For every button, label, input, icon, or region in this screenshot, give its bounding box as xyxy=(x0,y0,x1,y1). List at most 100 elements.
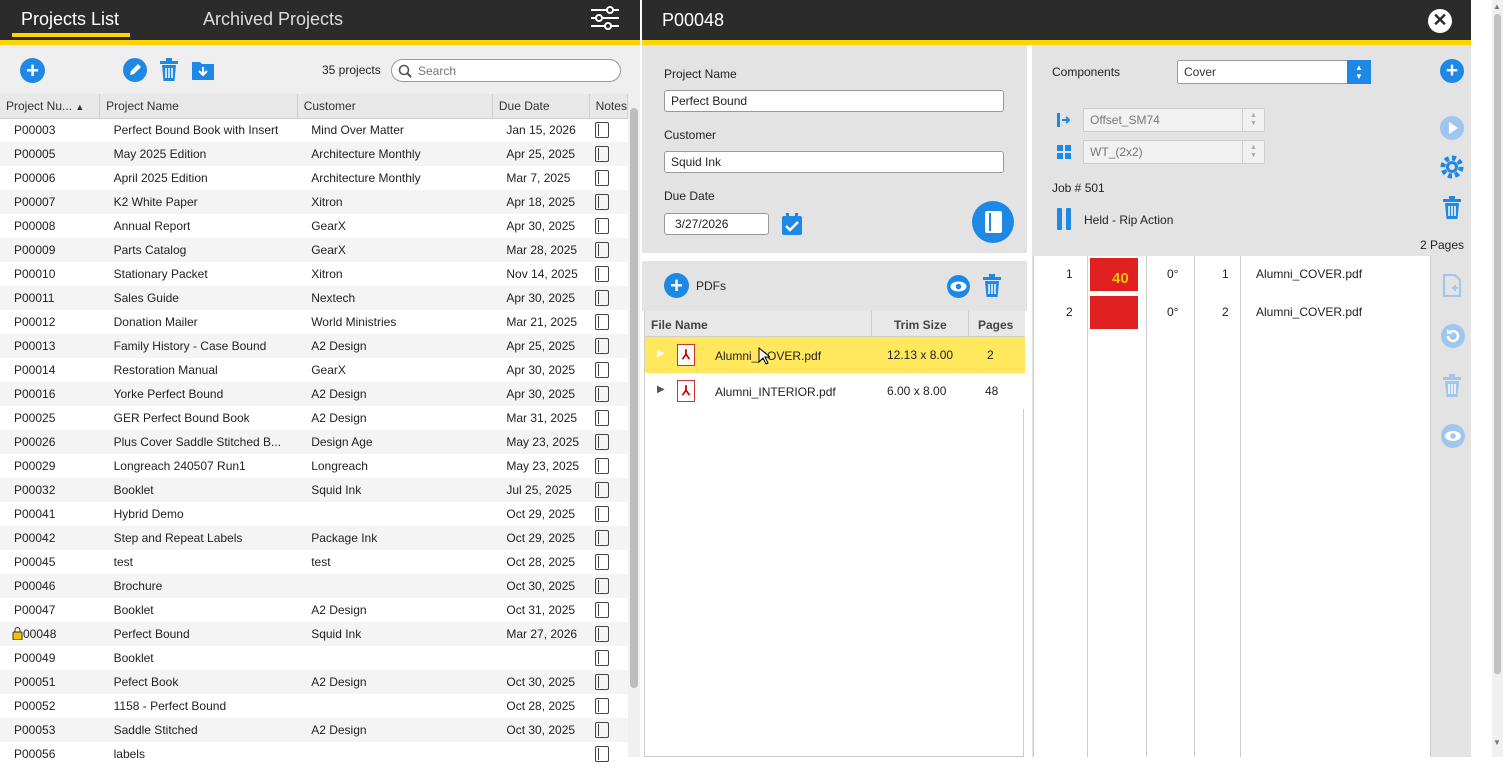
table-row[interactable]: P00005 May 2025 Edition Architecture Month… xyxy=(0,142,628,166)
scrollbar-thumb[interactable] xyxy=(630,108,638,688)
notes-cell[interactable] xyxy=(589,118,627,142)
notes-icon[interactable] xyxy=(595,674,610,690)
projects-scrollbar[interactable] xyxy=(628,94,640,757)
notes-icon[interactable] xyxy=(595,146,610,162)
delete-project-icon[interactable] xyxy=(159,58,179,82)
col-file-name[interactable]: File Name xyxy=(651,318,708,332)
notes-cell[interactable] xyxy=(589,358,627,382)
table-row[interactable]: P00025 GER Perfect Bound Book A2 Design Mar… xyxy=(0,406,628,430)
delete-pdf-icon[interactable] xyxy=(982,274,1002,298)
notes-icon[interactable] xyxy=(595,386,610,402)
notes-cell[interactable] xyxy=(589,406,627,430)
notes-icon[interactable] xyxy=(595,122,610,139)
notes-icon[interactable] xyxy=(595,338,610,354)
notes-book-button[interactable] xyxy=(972,201,1014,243)
notes-icon[interactable] xyxy=(595,194,610,210)
components-select[interactable]: Cover ▲ ▼ xyxy=(1177,60,1371,84)
table-row[interactable]: P00042 Step and Repeat Labels Package Ink O… xyxy=(0,526,628,550)
calendar-icon[interactable] xyxy=(781,212,803,236)
add-component-button[interactable]: + xyxy=(1440,59,1464,83)
process-settings-icon[interactable] xyxy=(1439,154,1465,180)
notes-cell[interactable] xyxy=(589,166,627,190)
run-play-button[interactable] xyxy=(1440,116,1464,140)
notes-icon[interactable] xyxy=(595,170,610,186)
notes-icon[interactable] xyxy=(595,650,610,666)
table-row[interactable]: P00010 Stationary Packet Xitron Nov 14, 202… xyxy=(0,262,628,286)
notes-cell[interactable] xyxy=(589,454,627,478)
table-row[interactable]: P00016 Yorke Perfect Bound A2 Design Apr 30… xyxy=(0,382,628,406)
notes-cell[interactable] xyxy=(589,190,628,214)
preview-page-button[interactable] xyxy=(1441,424,1465,448)
table-row[interactable]: P00046 Brochure Oct 30, 2025 xyxy=(0,574,628,598)
col-project-number[interactable]: Project Nu... ▲ xyxy=(0,94,101,119)
table-row[interactable]: P00053 Saddle Stitched A2 Design Oct 30, 20… xyxy=(0,718,628,742)
col-customer[interactable]: Customer xyxy=(297,94,493,119)
notes-cell[interactable] xyxy=(589,262,627,286)
rotate-page-button[interactable] xyxy=(1441,324,1465,348)
window-scrollbar-thumb[interactable] xyxy=(1494,14,1501,674)
tab-archived-projects[interactable]: Archived Projects xyxy=(203,9,343,30)
notes-icon[interactable] xyxy=(595,290,610,306)
notes-cell[interactable] xyxy=(589,550,627,574)
table-row[interactable]: P00006 April 2025 Edition Architecture Mon… xyxy=(0,166,628,190)
pdf-row[interactable]: ▶ ⅄ Alumni_INTERIOR.pdf 6.00 x 8.00 48 xyxy=(645,373,1025,409)
notes-cell[interactable] xyxy=(589,526,628,550)
search-field[interactable] xyxy=(391,59,621,82)
table-row[interactable]: P00013 Family History - Case Bound A2 Desi… xyxy=(0,334,628,358)
table-row[interactable]: P00011 Sales Guide Nextech Apr 30, 2025 xyxy=(0,286,628,310)
notes-icon[interactable] xyxy=(595,722,610,738)
table-row[interactable]: P00029 Longreach 240507 Run1 Longreach May … xyxy=(0,454,628,478)
notes-icon[interactable] xyxy=(595,218,610,234)
add-page-icon[interactable] xyxy=(1442,274,1462,298)
table-row[interactable]: P00056 labels xyxy=(0,742,628,766)
notes-icon[interactable] xyxy=(595,362,610,378)
notes-cell[interactable] xyxy=(589,142,628,166)
table-row[interactable]: P00052 1158 - Perfect Bound Oct 28, 2025 xyxy=(0,694,628,718)
archive-download-icon[interactable] xyxy=(191,59,215,81)
notes-cell[interactable] xyxy=(589,646,627,670)
table-row[interactable]: P00047 Booklet A2 Design Oct 31, 2025 xyxy=(0,598,628,622)
table-row[interactable]: P00032 Booklet Squid Ink Jul 25, 2025 xyxy=(0,478,628,502)
filter-settings-icon[interactable] xyxy=(590,6,620,30)
add-pdf-button[interactable]: + xyxy=(664,273,689,298)
table-row[interactable]: P00007 K2 White Paper Xitron Apr 18, 2025 xyxy=(0,190,628,214)
table-row[interactable]: P00014 Restoration Manual GearX Apr 30, 202… xyxy=(0,358,628,382)
notes-cell[interactable] xyxy=(589,382,628,406)
notes-icon[interactable] xyxy=(595,458,610,474)
notes-cell[interactable] xyxy=(589,214,627,238)
notes-cell[interactable] xyxy=(589,286,628,310)
edit-project-button[interactable] xyxy=(123,58,147,82)
notes-icon[interactable] xyxy=(595,482,610,498)
page-row[interactable]: 2 0° 2 Alumni_COVER.pdf xyxy=(1034,294,1430,332)
notes-icon[interactable] xyxy=(595,410,610,426)
table-row[interactable]: P00009 Parts Catalog GearX Mar 28, 2025 xyxy=(0,238,628,262)
notes-cell[interactable] xyxy=(589,238,628,262)
notes-icon[interactable] xyxy=(595,602,610,618)
scroll-up-icon[interactable]: ▲ xyxy=(1493,2,1501,11)
notes-icon[interactable] xyxy=(595,554,610,570)
notes-icon[interactable] xyxy=(595,698,610,714)
notes-icon[interactable] xyxy=(595,530,610,546)
project-name-input[interactable]: Perfect Bound xyxy=(664,90,1004,112)
preview-eye-button[interactable] xyxy=(947,275,970,298)
col-trim-size[interactable]: Trim Size xyxy=(894,318,947,332)
customer-input[interactable]: Squid Ink xyxy=(664,151,1004,173)
add-project-button[interactable]: + xyxy=(20,58,45,83)
table-row[interactable]: P00003 Perfect Bound Book with Insert Mind… xyxy=(0,118,628,142)
expand-arrow-icon[interactable]: ▶ xyxy=(657,348,665,359)
notes-cell[interactable] xyxy=(589,598,627,622)
table-row[interactable]: 00048 Perfect Bound Squid Ink Mar 27, 2026 xyxy=(0,622,628,646)
notes-cell[interactable] xyxy=(589,310,627,334)
col-due-date[interactable]: Due Date xyxy=(492,94,590,119)
close-button[interactable]: ✕ xyxy=(1428,9,1452,33)
notes-icon[interactable] xyxy=(595,242,610,258)
notes-cell[interactable] xyxy=(589,694,627,718)
table-row[interactable]: P00012 Donation Mailer World Ministries Mar… xyxy=(0,310,628,334)
notes-cell[interactable] xyxy=(589,718,628,742)
table-row[interactable]: P00049 Booklet xyxy=(0,646,628,670)
notes-cell[interactable] xyxy=(589,622,628,646)
notes-cell[interactable] xyxy=(589,670,628,694)
due-date-input[interactable]: 3/27/2026 xyxy=(664,213,769,235)
scroll-down-icon[interactable]: ▼ xyxy=(1493,738,1501,747)
notes-icon[interactable] xyxy=(595,314,610,330)
